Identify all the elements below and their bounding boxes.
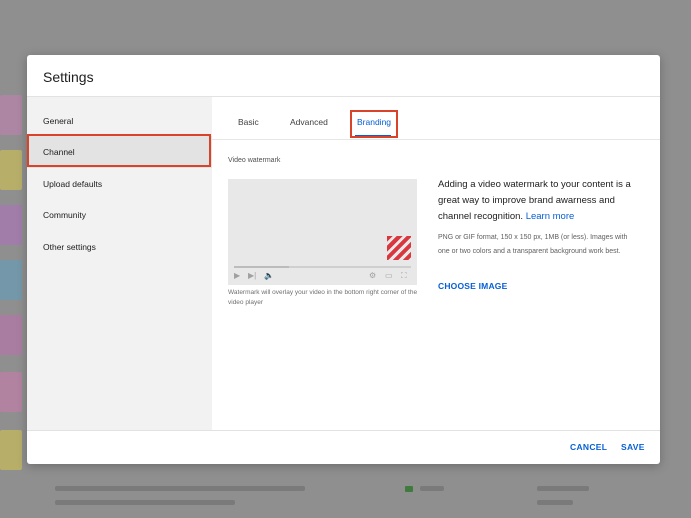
tabs-divider (212, 139, 660, 140)
tab-advanced[interactable]: Advanced (290, 117, 328, 127)
bg-text-line (537, 500, 573, 505)
cancel-button[interactable]: CANCEL (570, 442, 607, 452)
sidebar-item-other-settings[interactable]: Other settings (27, 231, 212, 263)
bg-thumbnail (0, 260, 22, 300)
fullscreen-icon[interactable]: ⛶ (401, 271, 407, 281)
volume-icon[interactable]: 🔈 (264, 271, 274, 281)
save-button[interactable]: SAVE (621, 442, 645, 452)
settings-content: Basic Advanced Branding Video watermark … (212, 97, 660, 430)
player-progress-bar (234, 266, 411, 268)
section-label: Video watermark (228, 157, 281, 164)
learn-more-link[interactable]: Learn more (526, 211, 575, 222)
theater-icon[interactable]: ▭ (385, 271, 393, 281)
image-requirements: PNG or GIF format, 150 x 150 px, 1MB (or… (438, 234, 628, 255)
settings-sidebar: General Channel Upload defaults Communit… (27, 97, 212, 430)
bg-thumbnail (0, 150, 22, 190)
settings-icon[interactable]: ⚙ (369, 271, 376, 281)
bg-thumbnail (0, 205, 22, 245)
next-icon[interactable]: ▶| (248, 271, 256, 281)
bg-thumbnail (0, 430, 22, 470)
tab-basic[interactable]: Basic (238, 117, 259, 127)
sidebar-item-upload-defaults[interactable]: Upload defaults (27, 168, 212, 200)
bg-status-chip (405, 486, 413, 492)
bg-text-line (55, 486, 305, 491)
footer-divider (27, 430, 660, 431)
tab-branding[interactable]: Branding (357, 117, 391, 127)
sidebar-item-community[interactable]: Community (27, 199, 212, 231)
watermark-description: Adding a video watermark to your content… (438, 177, 638, 225)
player-progress-fill (234, 266, 289, 268)
sidebar-item-channel[interactable]: Channel (27, 136, 212, 168)
preview-caption: Watermark will overlay your video in the… (228, 289, 418, 306)
watermark-preview: ▶ ▶| 🔈 ⚙ ▭ ⛶ (228, 179, 417, 285)
bg-thumbnail (0, 372, 22, 412)
active-tab-indicator (355, 135, 391, 137)
bg-thumbnail (0, 95, 22, 135)
choose-image-button[interactable]: CHOOSE IMAGE (438, 281, 507, 291)
bg-text-line (537, 486, 589, 491)
bg-text-line (420, 486, 444, 491)
bg-thumbnail (0, 315, 22, 355)
watermark-icon (387, 236, 411, 260)
play-icon[interactable]: ▶ (234, 271, 240, 281)
dialog-title: Settings (43, 69, 94, 85)
sidebar-item-general[interactable]: General (27, 105, 212, 137)
settings-dialog: Settings General Channel Upload defaults… (27, 55, 660, 464)
bg-text-line (55, 500, 235, 505)
